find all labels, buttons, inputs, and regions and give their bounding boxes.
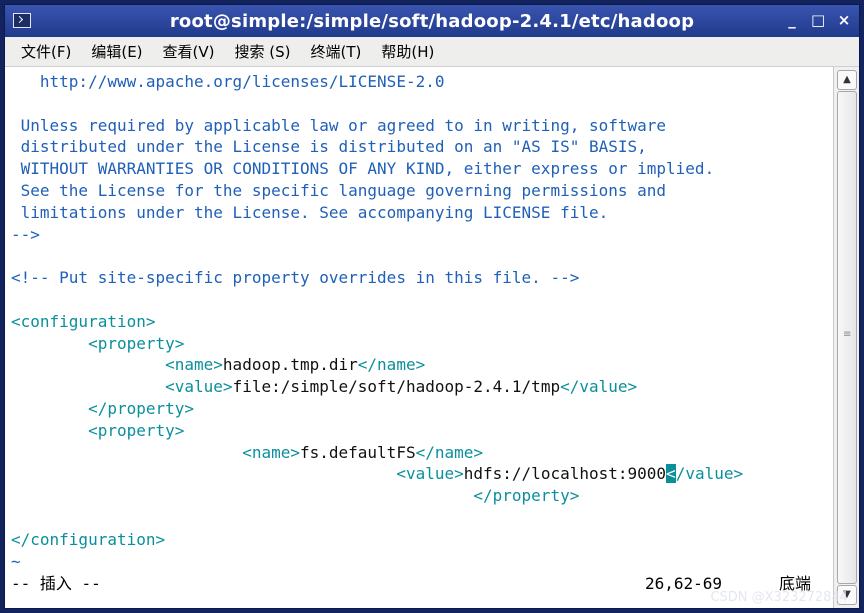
line-segment: <!-- Put site-specific property override… [11,268,580,288]
menu-help[interactable]: 帮助(H) [373,41,442,62]
editor-line: </property> [11,485,579,507]
editor-line: <configuration> [11,311,156,333]
line-segment: </name> [357,355,426,375]
line-segment [11,464,396,483]
editor-line: <name>hadoop.tmp.dir</name> [11,354,425,376]
watermark: CSDN @X323272844 [710,590,848,605]
title-bar[interactable]: root@simple:/simple/soft/hadoop-2.4.1/et… [5,5,859,37]
editor-line: http://www.apache.org/licenses/LICENSE-2… [11,71,445,93]
editor-line: --> [11,224,40,246]
line-segment: --> [11,224,40,244]
line-segment: </property> [88,399,195,418]
line-segment [11,355,165,374]
line-segment: /value> [675,464,744,484]
editor-line: </configuration> [11,529,165,551]
editor-line: <property> [11,333,184,355]
terminal-window: root@simple:/simple/soft/hadoop-2.4.1/et… [4,4,860,609]
editor-line: WITHOUT WARRANTIES OR CONDITIONS OF ANY … [11,158,715,180]
line-segment: http://www.apache.org/licenses/LICENSE-2… [11,72,445,91]
maximize-button[interactable]: □ [811,11,825,29]
editor-line: </property> [11,398,194,420]
editor-line: <property> [11,420,184,442]
editor-line: ~ [11,551,21,573]
menu-search[interactable]: 搜索 (S) [227,41,299,62]
line-segment [11,421,88,440]
vim-status-line: -- 插入 -- 26,62-69 底端 [11,573,831,595]
scrollbar-thumb[interactable]: ≡ [837,91,857,584]
scroll-up-arrow-icon[interactable]: ▲ [837,70,857,90]
terminal-text-area[interactable]: -- 插入 -- 26,62-69 底端 http://www.apache.o… [5,67,831,608]
line-segment: file:/simple/soft/hadoop-2.4.1/tmp [232,377,561,397]
line-segment: </configuration> [11,529,166,549]
line-segment: limitations under the License. See accom… [11,202,609,222]
line-segment [11,399,88,418]
line-segment: <name> [242,442,300,462]
line-segment [11,443,242,462]
close-button[interactable]: × [837,11,851,29]
editor-line: <name>fs.defaultFS</name> [11,442,483,464]
menu-edit[interactable]: 编辑(E) [83,41,150,62]
mode-indicator: -- 插入 -- [11,574,101,593]
window-title: root@simple:/simple/soft/hadoop-2.4.1/et… [169,11,695,32]
line-segment: ~ [11,551,21,571]
line-segment: <value> [396,464,464,484]
menu-bar: 文件(F) 编辑(E) 查看(V) 搜索 (S) 终端(T) 帮助(H) [5,37,859,67]
editor-line: <value>file:/simple/soft/hadoop-2.4.1/tm… [11,376,637,398]
grip-icon: ≡ [843,328,852,340]
menu-view[interactable]: 查看(V) [155,41,223,62]
line-segment [11,334,88,353]
line-segment: fs.defaultFS [299,442,416,462]
editor-line: See the License for the specific languag… [11,180,666,202]
line-segment: hadoop.tmp.dir [222,355,358,375]
text-cursor: < [666,464,676,484]
editor-line: <value>hdfs://localhost:9000</value> [11,463,743,485]
line-segment: </property> [473,486,580,506]
line-segment: <property> [88,333,185,353]
line-segment: distributed under the License is distrib… [11,137,647,157]
line-segment: </name> [415,442,484,462]
editor-line: limitations under the License. See accom… [11,202,609,224]
line-segment: <value> [165,377,233,397]
line-segment: </value> [560,377,638,397]
line-segment [11,377,165,396]
menu-terminal[interactable]: 终端(T) [303,41,370,62]
menu-file[interactable]: 文件(F) [13,41,79,62]
line-segment: <configuration> [11,311,156,331]
minimize-button[interactable]: _ [785,11,799,29]
editor-line: Unless required by applicable law or agr… [11,115,666,137]
vertical-scrollbar[interactable]: ▲ ≡ ▼ [833,67,859,608]
line-segment: Unless required by applicable law or agr… [11,115,667,135]
line-segment: <property> [88,420,185,440]
line-segment: See the License for the specific languag… [11,181,667,200]
editor-line: distributed under the License is distrib… [11,136,647,158]
window-controls: _ □ × [785,11,851,29]
line-segment [11,486,473,505]
editor-line: <!-- Put site-specific property override… [11,267,579,289]
line-segment: WITHOUT WARRANTIES OR CONDITIONS OF ANY … [11,159,715,179]
line-segment: <name> [165,355,223,375]
line-segment: hdfs://localhost:9000 [463,464,667,484]
